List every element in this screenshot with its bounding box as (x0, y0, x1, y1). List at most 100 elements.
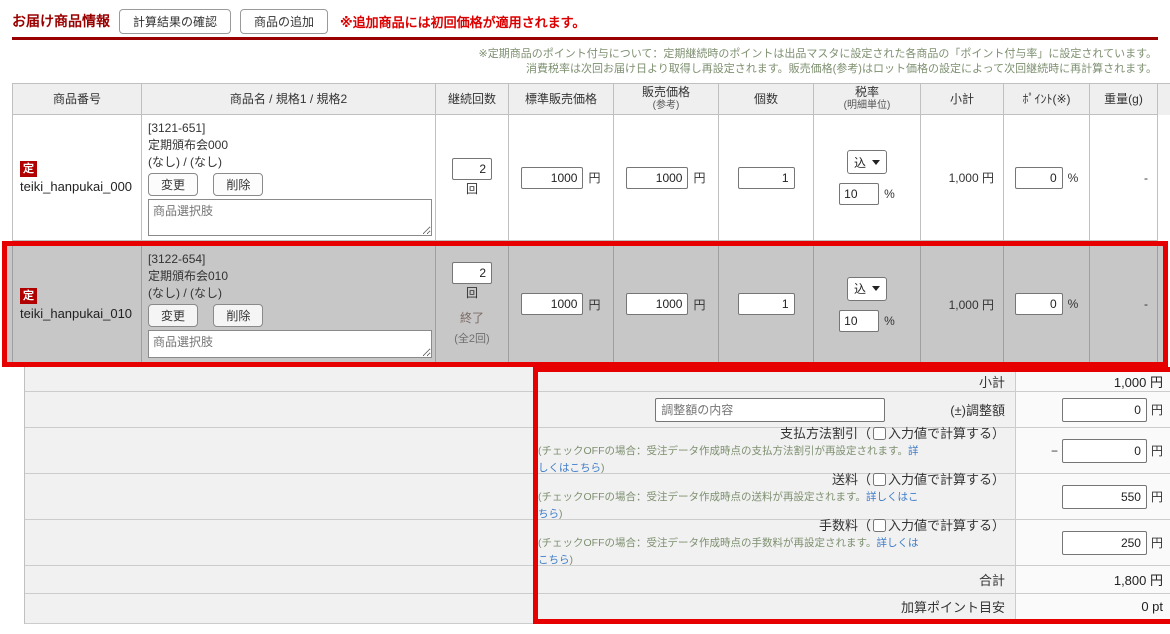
change-button[interactable]: 変更 (148, 173, 199, 196)
quantity-cell (719, 246, 814, 362)
weight-value: - (1144, 297, 1148, 311)
col-header-tax-main: 税率 (854, 85, 879, 99)
product-row-1: 定 teiki_hanpukai_000 [3121-651] 定期頒布会000… (12, 115, 1170, 241)
tax-type-value: 込 (853, 282, 866, 296)
adjustment-content-input[interactable] (655, 397, 886, 422)
end-status-label: 終了 (459, 311, 484, 325)
shipping-calc-checkbox[interactable] (872, 472, 886, 486)
add-product-button[interactable]: 商品の追加 (240, 8, 329, 34)
tax-cell: 込 % (814, 246, 921, 362)
col-header-weight: 重量(g) (1090, 84, 1158, 115)
product-spec: (なし) / (なし) (148, 286, 222, 300)
points-estimate-row: 加算ポイント目安 0 pt (538, 594, 1170, 619)
table-header-row: 商品番号 商品名 / 規格1 / 規格2 継続回数 標準販売価格 販売価格 (参… (12, 83, 1170, 115)
tax-rate-input[interactable] (839, 309, 880, 332)
header-divider (12, 37, 1158, 40)
yen-label: 円 (693, 171, 706, 185)
yen-label: 円 (693, 297, 706, 312)
payment-discount-input[interactable] (1061, 438, 1147, 463)
fee-note: (チェックOFFの場合：受注データ作成時点の手数料が再設定されます。詳しくはこち… (538, 536, 919, 566)
calc-result-button[interactable]: 計算結果の確認 (119, 8, 232, 34)
payment-discount-calc-checkbox[interactable] (872, 426, 886, 440)
col-header-quantity: 個数 (719, 84, 814, 115)
weight-value: - (1144, 170, 1148, 185)
teiki-badge: 定 (20, 287, 37, 304)
point-input[interactable] (1014, 293, 1063, 315)
fee-calc-checkbox[interactable] (872, 518, 886, 532)
delete-button[interactable]: 削除 (213, 173, 264, 196)
quantity-cell (719, 115, 814, 241)
tax-type-select[interactable]: 込 (846, 276, 887, 301)
weight-cell: - (1090, 246, 1158, 362)
continue-count-input[interactable] (452, 262, 492, 284)
col-header-name: 商品名 / 規格1 / 規格2 (142, 84, 436, 115)
sale-price-cell: 円 (614, 246, 719, 362)
total-row: 合計 1,800 円 (538, 566, 1170, 594)
col-header-sale-price-main: 販売価格 (641, 85, 690, 99)
subtotal-value: 1,000 円 (948, 171, 994, 185)
sale-price-cell: 円 (614, 115, 719, 241)
percent-label: % (884, 187, 895, 201)
summary-red-box: 小計 1,000 円 (±)調整額 円 (533, 367, 1170, 624)
col-header-tax: 税率 (明細単位) (814, 84, 921, 115)
section-header: お届け商品情報 計算結果の確認 商品の追加 ※追加商品には初回価格が適用されます… (12, 8, 1158, 34)
quantity-input[interactable] (737, 166, 795, 189)
point-cell: % (1004, 246, 1090, 362)
col-header-sale-price-sub: (参考) (652, 100, 680, 111)
summary-left-spacer (24, 367, 533, 624)
tax-rate-input[interactable] (839, 183, 880, 205)
product-option-textarea[interactable] (148, 199, 432, 236)
first-price-warning: ※追加商品には初回価格が適用されます。 (340, 14, 586, 30)
adjustment-label: (±)調整額 (950, 403, 1005, 418)
standard-price-input[interactable] (521, 166, 584, 189)
adjustment-label-cell: (±)調整額 (538, 392, 1015, 427)
total-value: 1,800 円 (1015, 566, 1170, 593)
shipping-input[interactable] (1061, 484, 1147, 509)
change-button[interactable]: 変更 (148, 304, 199, 327)
delete-button[interactable]: 削除 (213, 304, 264, 327)
yen-label: 円 (1150, 490, 1163, 504)
tax-type-select[interactable]: 込 (846, 150, 887, 174)
product-code-cell: 定 teiki_hanpukai_000 (13, 115, 142, 241)
payment-discount-label-cell: 支払方法割引 （ 入力値で計算する） (チェックOFFの場合：受注データ作成時点… (538, 426, 1015, 474)
col-header-tax-sub: (明細単位) (843, 100, 891, 111)
chevron-down-icon (872, 159, 880, 165)
delivery-products-page: お届け商品情報 計算結果の確認 商品の追加 ※追加商品には初回価格が適用されます… (0, 0, 1170, 624)
product-name-cell: [3122-654] 定期頒布会010 (なし) / (なし) 変更 削除 (142, 246, 436, 362)
product-name: 定期頒布会000 (148, 138, 229, 152)
percent-label: % (1067, 170, 1079, 185)
fee-row: 手数料 （ 入力値で計算する） (チェックOFFの場合：受注データ作成時点の手数… (538, 518, 1170, 566)
standard-price-cell: 円 (509, 246, 614, 362)
yen-label: 円 (588, 297, 601, 312)
col-header-sale-price: 販売価格 (参考) (614, 84, 719, 115)
quantity-input[interactable] (737, 293, 795, 315)
point-input[interactable] (1014, 166, 1063, 189)
col-header-point: ﾎﾟｲﾝﾄ(※) (1004, 84, 1090, 115)
points-notice: ※定期商品のポイント付与について：定期継続時のポイントは出品マスタに設定された各… (0, 47, 1157, 77)
fee-input[interactable] (1061, 530, 1147, 555)
sale-price-input[interactable] (626, 166, 689, 189)
percent-label: % (1067, 297, 1079, 311)
product-option-textarea[interactable] (148, 330, 432, 358)
product-id: [3122-654] (148, 252, 206, 266)
product-code-cell: 定 teiki_hanpukai_010 (13, 246, 142, 362)
teiki-badge: 定 (20, 161, 37, 177)
continue-count-input[interactable] (452, 158, 492, 180)
sale-price-input[interactable] (626, 293, 689, 315)
adjustment-value-cell: 円 (1015, 392, 1170, 427)
adjustment-value-input[interactable] (1061, 397, 1147, 422)
yen-label: 円 (1150, 444, 1163, 458)
total-label: 合計 (538, 566, 1015, 593)
order-summary: 小計 1,000 円 (±)調整額 円 (24, 367, 1170, 624)
product-code: teiki_hanpukai_000 (20, 179, 133, 194)
col-header-code: 商品番号 (13, 84, 142, 115)
col-header-standard-price: 標準販売価格 (509, 84, 614, 115)
standard-price-input[interactable] (521, 293, 584, 315)
fee-label-cell: 手数料 （ 入力値で計算する） (チェックOFFの場合：受注データ作成時点の手数… (538, 518, 1015, 566)
row-actions: 変更 削除 (148, 173, 275, 196)
weight-cell: - (1090, 115, 1158, 241)
summary-subtotal-label: 小計 (538, 372, 1015, 391)
continue-unit-label: 回 (465, 286, 478, 300)
point-cell: % (1004, 115, 1090, 241)
continue-count-cell: 回 終了 (全2回) (436, 246, 509, 362)
